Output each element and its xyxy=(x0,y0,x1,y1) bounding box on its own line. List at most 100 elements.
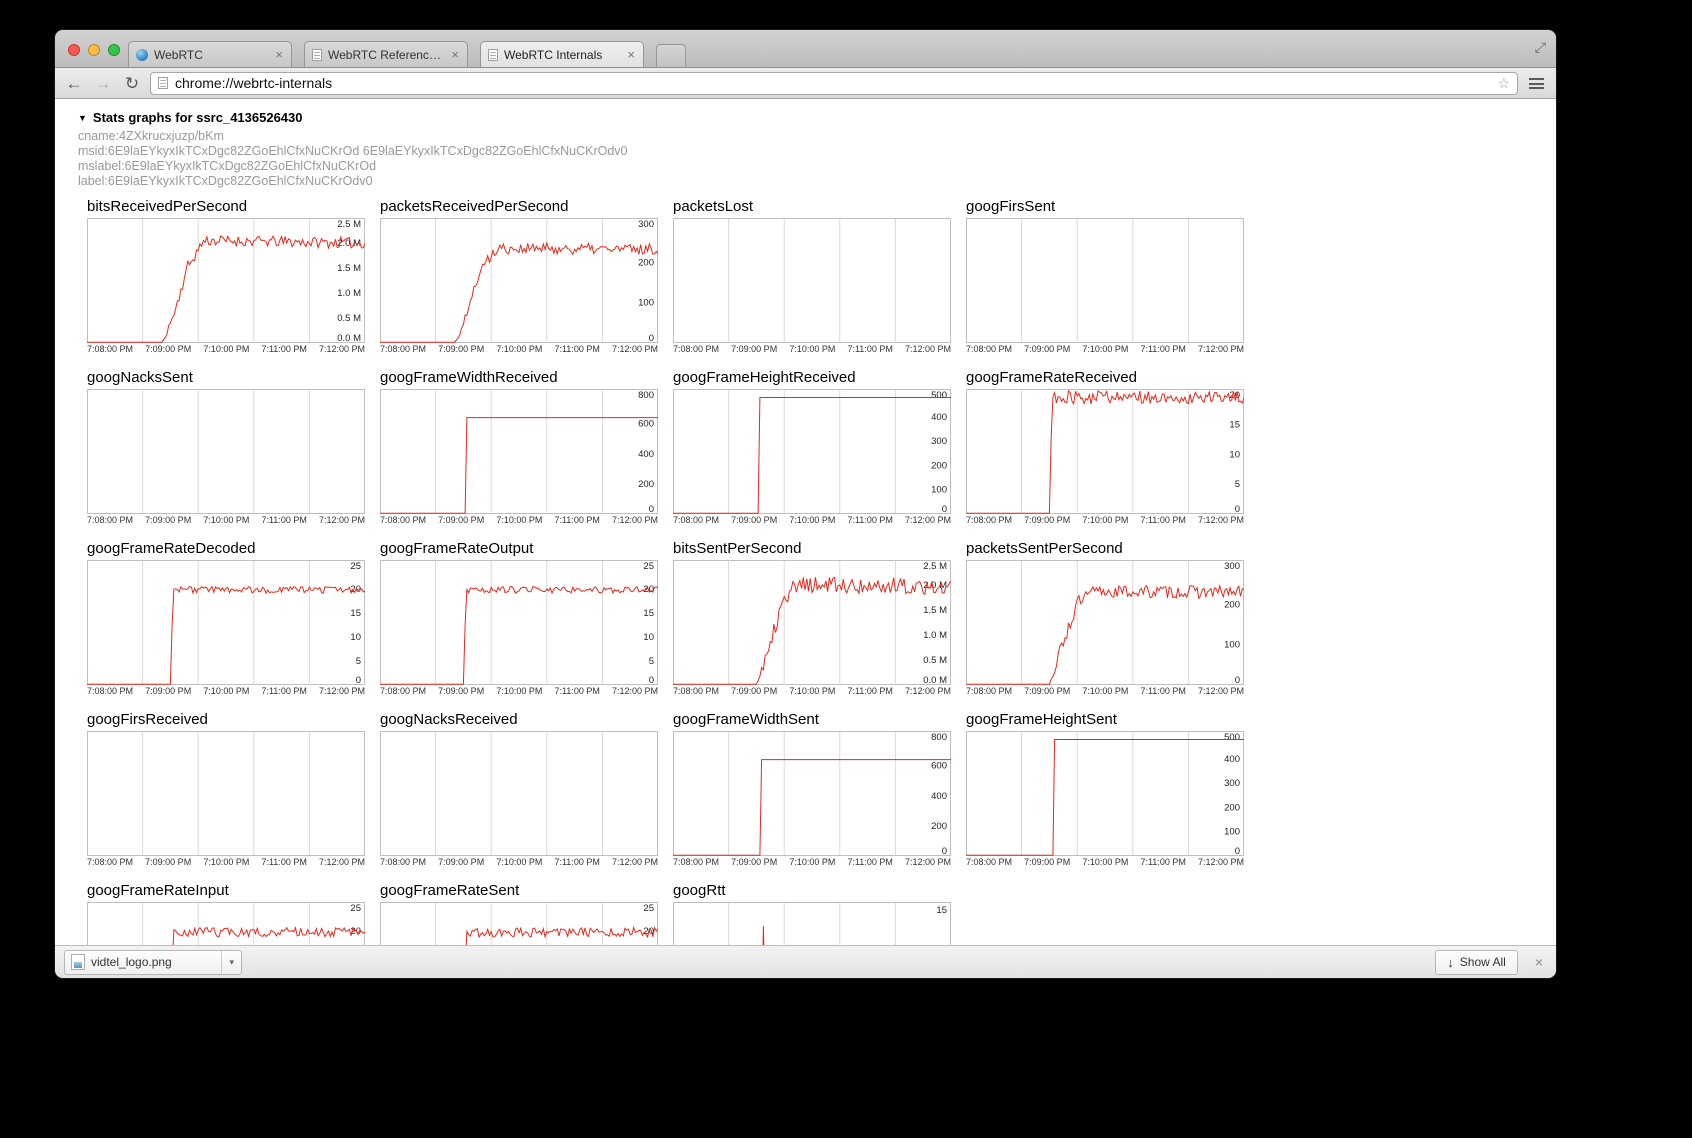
x-tick-label: 7:12:00 PM xyxy=(1198,857,1244,867)
x-tick-label: 7:11:00 PM xyxy=(1140,344,1185,354)
chart-plot-area xyxy=(380,731,658,856)
tab-webrtc-internals[interactable]: WebRTC Internals × xyxy=(480,41,644,67)
chart-title: googFrameRateSent xyxy=(380,882,658,902)
tab-title: WebRTC xyxy=(154,48,268,62)
page-icon xyxy=(158,77,168,89)
chart-plot-area: 3002001000 xyxy=(380,218,658,343)
x-tick-label: 7:11:00 PM xyxy=(1140,686,1185,696)
svg-text:200: 200 xyxy=(638,479,654,490)
tab-webrtc-reference-app[interactable]: WebRTC Reference App × xyxy=(304,41,468,67)
x-tick-label: 7:10:00 PM xyxy=(496,686,542,696)
svg-text:2.5 M: 2.5 M xyxy=(337,219,361,230)
chart-x-axis-labels: 7:08:00 PM7:09:00 PM7:10:00 PM7:11:00 PM… xyxy=(966,515,1244,525)
close-window-button[interactable] xyxy=(68,44,80,56)
chart-title: googNacksSent xyxy=(87,369,365,389)
svg-text:400: 400 xyxy=(638,449,654,460)
chart-x-axis-labels: 7:08:00 PM7:09:00 PM7:10:00 PM7:11:00 PM… xyxy=(87,686,365,696)
chart-packetsSentPerSecond: packetsSentPerSecond30020010007:08:00 PM… xyxy=(966,540,1244,698)
chart-title: bitsSentPerSecond xyxy=(673,540,951,560)
download-bar-close-icon[interactable]: × xyxy=(1531,954,1547,970)
x-tick-label: 7:10:00 PM xyxy=(1082,515,1128,525)
chart-plot-area xyxy=(87,731,365,856)
chart-plot-area xyxy=(966,218,1244,343)
download-item[interactable]: vidtel_logo.png ▾ xyxy=(64,950,242,975)
tabs-container: WebRTC × WebRTC Reference App × WebRTC I… xyxy=(128,30,686,67)
svg-text:10: 10 xyxy=(1229,450,1240,461)
tab-close-icon[interactable]: × xyxy=(626,48,636,61)
chart-title: googFrameWidthReceived xyxy=(380,369,658,389)
x-tick-label: 7:08:00 PM xyxy=(87,686,133,696)
show-all-button[interactable]: ↓ Show All xyxy=(1435,950,1518,975)
x-tick-label: 7:11:00 PM xyxy=(554,515,599,525)
tab-webrtc[interactable]: WebRTC × xyxy=(128,41,292,67)
chart-plot-area: 2520151050 xyxy=(87,560,365,685)
svg-text:400: 400 xyxy=(931,791,947,802)
toolbar: ← → ↻ chrome://webrtc-internals ☆ xyxy=(55,68,1556,99)
url-text[interactable]: chrome://webrtc-internals xyxy=(175,75,1490,91)
x-tick-label: 7:09:00 PM xyxy=(1024,857,1070,867)
chart-bitsReceivedPerSecond: bitsReceivedPerSecond2.5 M2.0 M1.5 M1.0 … xyxy=(87,198,365,356)
tab-title: WebRTC Internals xyxy=(504,48,620,62)
x-tick-label: 7:11:00 PM xyxy=(847,515,892,525)
svg-text:200: 200 xyxy=(1224,599,1240,610)
chart-googFrameRateOutput: googFrameRateOutput25201510507:08:00 PM7… xyxy=(380,540,658,698)
svg-text:15: 15 xyxy=(350,608,361,619)
svg-text:0: 0 xyxy=(1235,675,1240,685)
stats-header: ▼ Stats graphs for ssrc_4136526430 cname… xyxy=(78,110,1556,189)
menu-icon[interactable] xyxy=(1529,78,1544,89)
chart-title: googNacksReceived xyxy=(380,711,658,731)
x-tick-label: 7:09:00 PM xyxy=(145,857,191,867)
x-tick-label: 7:11:00 PM xyxy=(261,857,306,867)
svg-text:800: 800 xyxy=(638,390,654,401)
chart-title: packetsLost xyxy=(673,198,951,218)
forward-button[interactable]: → xyxy=(92,75,114,92)
image-file-icon xyxy=(71,954,85,970)
chart-title: googRtt xyxy=(673,882,951,902)
tab-close-icon[interactable]: × xyxy=(450,48,460,61)
chart-x-axis-labels: 7:08:00 PM7:09:00 PM7:10:00 PM7:11:00 PM… xyxy=(966,686,1244,696)
stats-graphs-header[interactable]: ▼ Stats graphs for ssrc_4136526430 xyxy=(78,110,1556,125)
svg-text:400: 400 xyxy=(1224,754,1240,765)
collapse-triangle-icon: ▼ xyxy=(78,113,87,123)
fullscreen-icon[interactable]: ⤢ xyxy=(1535,39,1546,56)
x-tick-label: 7:10:00 PM xyxy=(789,686,835,696)
chart-title: bitsReceivedPerSecond xyxy=(87,198,365,218)
zoom-window-button[interactable] xyxy=(108,44,120,56)
page-content: ▼ Stats graphs for ssrc_4136526430 cname… xyxy=(55,99,1556,945)
new-tab-button[interactable] xyxy=(656,44,686,67)
minimize-window-button[interactable] xyxy=(88,44,100,56)
svg-text:100: 100 xyxy=(931,485,947,496)
svg-text:0: 0 xyxy=(942,846,947,856)
chart-googFirsSent: googFirsSent7:08:00 PM7:09:00 PM7:10:00 … xyxy=(966,198,1244,356)
tab-close-icon[interactable]: × xyxy=(274,48,284,61)
x-tick-label: 7:09:00 PM xyxy=(145,344,191,354)
omnibox[interactable]: chrome://webrtc-internals ☆ xyxy=(150,72,1518,95)
chart-googFirsReceived: googFirsReceived7:08:00 PM7:09:00 PM7:10… xyxy=(87,711,365,869)
svg-text:0.0 M: 0.0 M xyxy=(923,675,947,685)
chart-x-axis-labels: 7:08:00 PM7:09:00 PM7:10:00 PM7:11:00 PM… xyxy=(380,344,658,354)
x-tick-label: 7:09:00 PM xyxy=(145,686,191,696)
svg-text:200: 200 xyxy=(1224,803,1240,814)
x-tick-label: 7:09:00 PM xyxy=(438,344,484,354)
chart-x-axis-labels: 7:08:00 PM7:09:00 PM7:10:00 PM7:11:00 PM… xyxy=(673,515,951,525)
x-tick-label: 7:09:00 PM xyxy=(1024,686,1070,696)
download-bar: vidtel_logo.png ▾ ↓ Show All × xyxy=(55,945,1556,978)
svg-text:100: 100 xyxy=(1224,827,1240,838)
x-tick-label: 7:10:00 PM xyxy=(1082,857,1128,867)
x-tick-label: 7:11:00 PM xyxy=(554,686,599,696)
chart-googRtt: googRtt1510507:08:00 PM7:09:00 PM7:10:00… xyxy=(673,882,951,945)
chart-googFrameWidthReceived: googFrameWidthReceived80060040020007:08:… xyxy=(380,369,658,527)
svg-text:1.5 M: 1.5 M xyxy=(923,605,947,616)
svg-text:0: 0 xyxy=(1235,504,1240,514)
bookmark-star-icon[interactable]: ☆ xyxy=(1497,75,1510,92)
x-tick-label: 7:11:00 PM xyxy=(261,686,306,696)
ssrc-msid: msid:6E9laEYkyxIkTCxDgc82ZGoEhlCfxNuCKrO… xyxy=(78,144,1556,159)
chart-plot-area: 2.5 M2.0 M1.5 M1.0 M0.5 M0.0 M xyxy=(673,560,951,685)
chart-plot-area: 2.5 M2.0 M1.5 M1.0 M0.5 M0.0 M xyxy=(87,218,365,343)
x-tick-label: 7:11:00 PM xyxy=(847,857,892,867)
download-caret-icon[interactable]: ▾ xyxy=(221,951,241,974)
ssrc-cname: cname:4ZXkrucxjuzp/bKm xyxy=(78,129,1556,144)
svg-text:10: 10 xyxy=(643,632,654,643)
reload-button[interactable]: ↻ xyxy=(121,75,143,92)
back-button[interactable]: ← xyxy=(63,75,85,92)
